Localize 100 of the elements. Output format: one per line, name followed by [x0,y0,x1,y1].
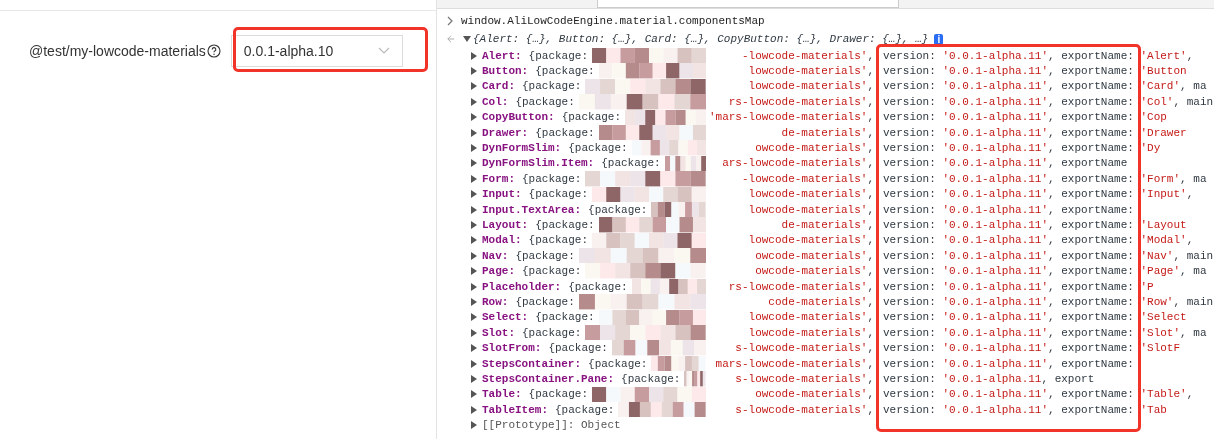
property-text: version: '0.0.1-alpha.11, export [882,372,1096,385]
property-key: Select: [482,311,529,324]
property-key: Placeholder: [482,280,562,293]
property-text: s-lowcode-materials', [734,342,874,355]
property-text: lowcode-materials', [747,188,874,201]
property-text: lowcode-materials', [747,65,874,78]
property-text: mars-lowcode-materials', [714,357,874,370]
property-text: version: '0.0.1-alpha.11', exportName: 'Nav', main [882,249,1214,262]
property-text: {package: [528,188,589,201]
property-text: {package: [528,234,589,247]
property-text: version: '0.0.1-alpha.11', exportName: 'Col', main [882,95,1214,108]
property-text: {package: [535,311,595,324]
property-key: Modal: [482,234,522,247]
property-text: -lowcode-materials', [740,172,874,185]
property-text: {package: [548,342,608,355]
info-badge[interactable]: i [934,33,944,45]
property-text: {package: [601,157,661,170]
property-text: {package: [535,219,595,231]
property-text: code-materials', [767,295,874,308]
property-text: owcode-materials', [754,265,874,278]
property-key: Row: [482,295,509,308]
property-key: Form: [482,172,515,185]
property-text: version: '0.0.1-alpha.11', exportName: 'Button [882,65,1188,78]
property-key: SlotFrom: [482,342,542,355]
property-text: version: '0.0.1-alpha.11', exportName: 'Dy [882,142,1162,155]
property-text: version: '0.0.1-alpha.11', exportName: 'Slot', ma [882,326,1208,339]
property-key: TableItem: [482,403,548,416]
property-text: de-materials', [780,219,874,231]
property-text: lowcode-materials', [747,80,874,93]
property-text: lowcode-materials', [747,203,874,216]
property-text: version: '0.0.1-alpha.11', exportName: 'Table', [882,388,1195,401]
property-text: {package: [561,111,622,124]
property-text: {package: [535,65,595,78]
property-text: lowcode-materials', [747,311,874,324]
property-text: s-lowcode-materials', [734,403,874,416]
property-text: {package: [528,49,589,62]
property-text: version: '0.0.1-alpha.11', exportName: 'Modal', [882,234,1195,247]
property-key: CopyButton: [482,111,555,124]
property-key: Slot: [482,326,515,339]
property-text: {package: [528,388,589,401]
object-summary: {Alert: {…}, Button: {…}, Card: {…}, CopyButton: {…}, Drawer: {…}, …} [473,33,929,45]
property-text: owcode-materials', [754,249,874,262]
property-text: version: '0.0.1-alpha.11', exportName: 'SlotF [882,342,1182,355]
property-text: {package: [522,265,582,278]
console-command: window.AliLowCodeEngine.material.componentsMap [461,15,765,27]
property-text: version: '0.0.1-alpha.11', exportName: 'Tab [882,403,1168,416]
property-text: lowcode-materials', [747,326,874,339]
property-key: Table: [482,388,522,401]
property-text: version: '0.0.1-alpha.11', exportName: [882,357,1135,370]
property-key: Page: [482,265,515,278]
property-text: {package: [588,357,648,370]
property-key: Alert: [482,49,522,62]
property-key: StepsContainer.Pane: [482,372,615,385]
property-text: version: '0.0.1-alpha.11', exportName: 'Select [882,311,1188,324]
property-text: version: '0.0.1-alpha.11', exportName: 'Alert', [882,49,1195,62]
property-text: {package: [621,372,681,385]
property-key: Layout: [482,219,529,231]
property-text: version: '0.0.1-alpha.11', exportName: [882,203,1135,216]
property-key: Input.TextArea: [482,203,582,216]
property-text: version: '0.0.1-alpha.11', exportName: 'Page', ma [882,265,1208,278]
property-key: Drawer: [482,126,529,139]
property-text: s-lowcode-materials', [734,372,874,385]
property-text: version: '0.0.1-alpha.11', exportName: 'Input', [882,188,1195,201]
property-text: owcode-materials', [754,142,874,155]
property-text: version: '0.0.1-alpha.11', exportName: 'Card', ma [882,80,1208,93]
property-text: {package: [555,403,615,416]
property-text: 'mars-lowcode-materials', [707,111,874,124]
property-key: StepsContainer: [482,357,582,370]
prompt-icon [447,16,453,26]
property-key: [[Prototype]]: Object [482,419,621,432]
property-text: {package: [522,80,582,93]
property-key: DynFormSlim: [482,142,562,155]
property-text: {package: [568,280,628,293]
property-text: version: '0.0.1-alpha.11', exportName: 'Form', ma [882,172,1208,185]
property-text: version: '0.0.1-alpha.11', exportName: 'Layout [882,219,1188,231]
version-select[interactable]: 0.0.1-alpha.10 [230,35,403,67]
property-text: {package: [522,172,582,185]
property-key: DynFormSlim.Item: [482,157,595,170]
help-icon[interactable] [206,44,221,58]
property-text: version: '0.0.1-alpha.11', exportName: 'Cop [882,111,1168,124]
property-text: owcode-materials', [754,388,874,401]
property-text: {package: [522,326,582,339]
property-text: rs-lowcode-materials', [727,280,874,293]
property-text: version: '0.0.1-alpha.11', exportName: 'Row', main [882,295,1214,308]
property-text: {package: [515,295,575,308]
property-text: {package: [588,203,648,216]
property-key: Input: [482,188,522,201]
property-text: -lowcode-materials', [740,49,874,62]
property-key: Col: [482,95,509,108]
property-text: {package: [568,142,628,155]
property-text: {package: [515,95,575,108]
property-text: version: '0.0.1-alpha.11', exportName [882,157,1129,170]
property-text: rs-lowcode-materials', [727,95,874,108]
property-key: Card: [482,80,515,93]
field-label: @test/my-lowcode-materials [29,43,206,59]
caret-icon [377,47,390,55]
property-text: ars-lowcode-materials', [721,157,874,170]
property-text: lowcode-materials', [747,234,874,247]
property-text: version: '0.0.1-alpha.11', exportName: 'Drawer [882,126,1188,139]
expand-icon[interactable] [463,36,471,42]
